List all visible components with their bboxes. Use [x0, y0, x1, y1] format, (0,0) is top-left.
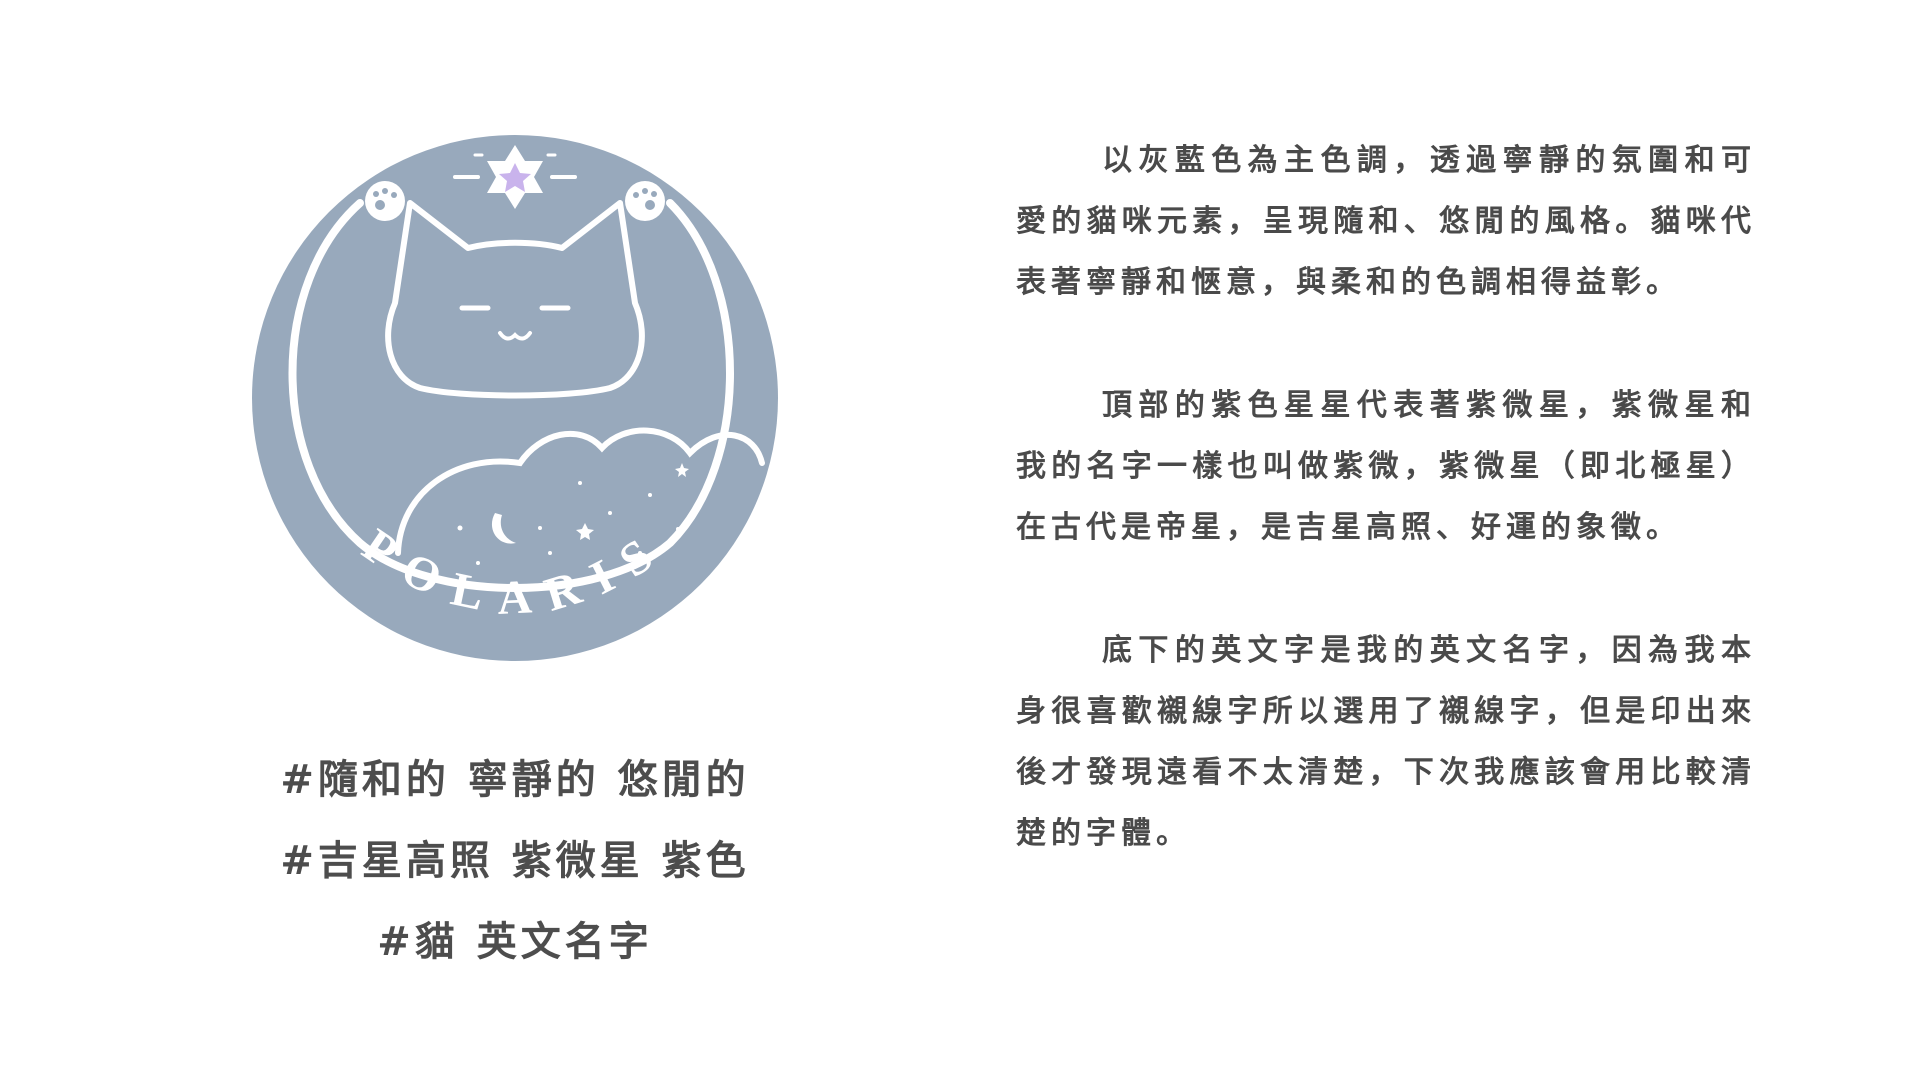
description-paragraph-star: 頂部的紫色星星代表著紫微星，紫微星和我的名字一樣也叫做紫微，紫微星（即北極星）在…: [1016, 388, 1756, 545]
hashtag-line-2: #吉星高照 紫微星 紫色: [280, 838, 750, 884]
description-paragraph-color: 以灰藍色為主色調，透過寧靜的氛圍和可愛的貓咪元素，呈現隨和、悠閒的風格。貓咪代表…: [1016, 143, 1756, 300]
cat-moon-logo-graphic: POLARIS: [252, 135, 778, 661]
polaris-logo: POLARIS: [250, 133, 780, 663]
description-block: 以灰藍色為主色調，透過寧靜的氛圍和可愛的貓咪元素，呈現隨和、悠閒的風格。貓咪代表…: [1016, 130, 1756, 864]
hashtag-block: #隨和的 寧靜的 悠閒的 #吉星高照 紫微星 紫色 #貓 英文名字: [170, 740, 860, 983]
left-paw-icon: [365, 181, 405, 221]
description-paragraph-font: 底下的英文字是我的英文名字，因為我本身很喜歡襯線字所以選用了襯線字，但是印出來後…: [1016, 633, 1756, 851]
hashtag-line-3: #貓 英文名字: [377, 919, 653, 965]
hashtag-line-1: #隨和的 寧靜的 悠閒的: [280, 757, 750, 803]
right-paw-icon: [625, 181, 665, 221]
